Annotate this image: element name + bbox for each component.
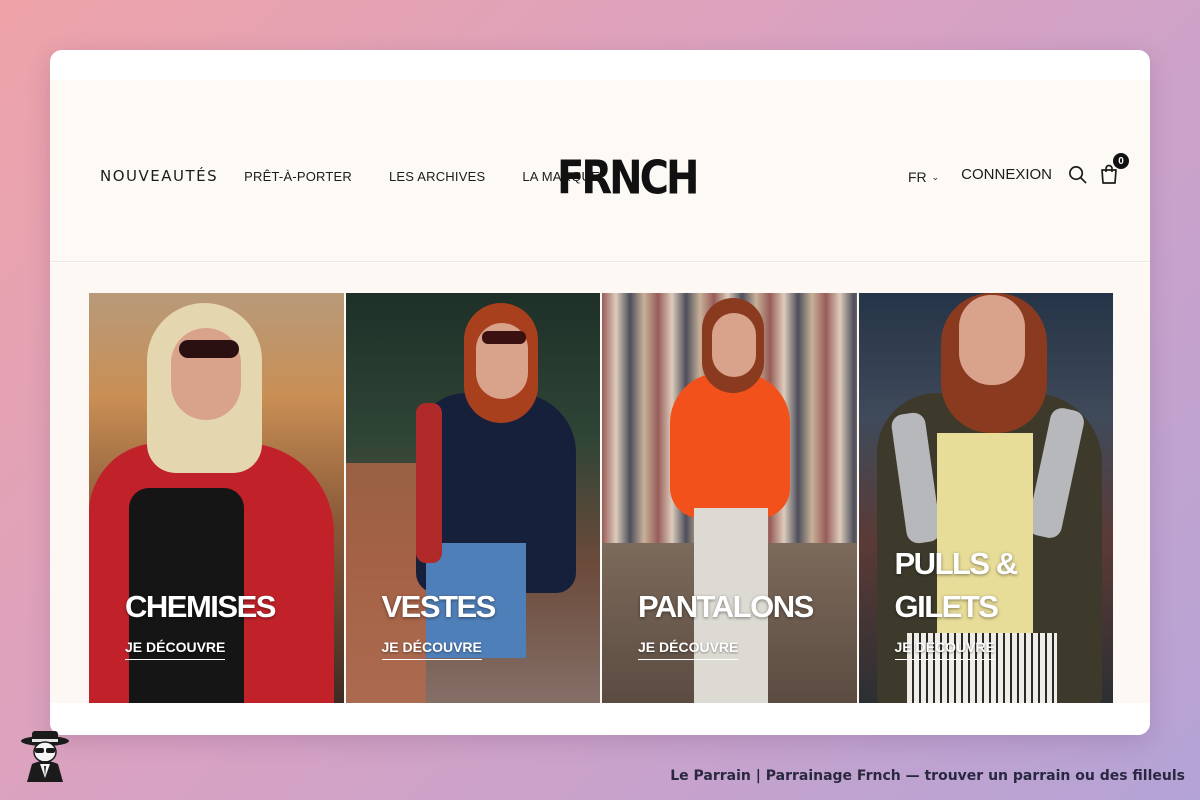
- le-parrain-mascot-icon: [18, 728, 72, 784]
- page-bottom-strip: [50, 703, 1150, 735]
- search-icon[interactable]: [1066, 163, 1088, 185]
- category-section: CHEMISES JE DÉCOUVRE VESTES JE DÉCOUVRE: [50, 263, 1150, 735]
- site-header: NOUVEAUTÉS PRÊT-À-PORTER LES ARCHIVES LA…: [50, 80, 1150, 262]
- nav-les-archives[interactable]: LES ARCHIVES: [389, 169, 485, 184]
- browser-card: NOUVEAUTÉS PRÊT-À-PORTER LES ARCHIVES LA…: [50, 50, 1150, 735]
- category-title: PULLS &: [894, 546, 1019, 581]
- category-title: VESTES: [381, 589, 497, 624]
- login-link[interactable]: CONNEXION: [961, 166, 1052, 183]
- category-tile-chemises[interactable]: CHEMISES JE DÉCOUVRE: [89, 293, 344, 707]
- discover-link[interactable]: JE DÉCOUVRE: [894, 639, 995, 660]
- cart-count-badge: 0: [1113, 153, 1129, 169]
- brand-logo[interactable]: FRNCH: [557, 152, 699, 205]
- language-selector[interactable]: FR ⌄: [908, 169, 939, 185]
- category-title: PANTALONS: [638, 589, 814, 624]
- language-label: FR: [907, 169, 927, 185]
- chevron-down-icon: ⌄: [931, 171, 940, 182]
- category-title-line2: GILETS: [894, 589, 999, 624]
- category-tile-pantalons[interactable]: PANTALONS JE DÉCOUVRE: [602, 293, 857, 707]
- nav-pret-a-porter[interactable]: PRÊT-À-PORTER: [244, 169, 352, 184]
- nav-nouveautes[interactable]: NOUVEAUTÉS: [100, 167, 218, 185]
- category-tile-pulls-gilets[interactable]: PULLS & GILETS JE DÉCOUVRE: [858, 293, 1113, 707]
- discover-link[interactable]: JE DÉCOUVRE: [638, 639, 739, 660]
- model-figure: [670, 373, 790, 518]
- top-strip: [50, 50, 1150, 80]
- discover-link[interactable]: JE DÉCOUVRE: [125, 639, 226, 660]
- discover-link[interactable]: JE DÉCOUVRE: [381, 639, 482, 660]
- shopping-bag-icon[interactable]: 0: [1098, 153, 1129, 185]
- category-tile-vestes[interactable]: VESTES JE DÉCOUVRE: [345, 293, 600, 707]
- page-caption: Le Parrain | Parrainage Frnch — trouver …: [670, 768, 1185, 784]
- header-tools: FR ⌄ CONNEXION 0: [908, 153, 1129, 185]
- category-title: CHEMISES: [125, 589, 276, 624]
- category-grid: CHEMISES JE DÉCOUVRE VESTES JE DÉCOUVRE: [89, 293, 1113, 707]
